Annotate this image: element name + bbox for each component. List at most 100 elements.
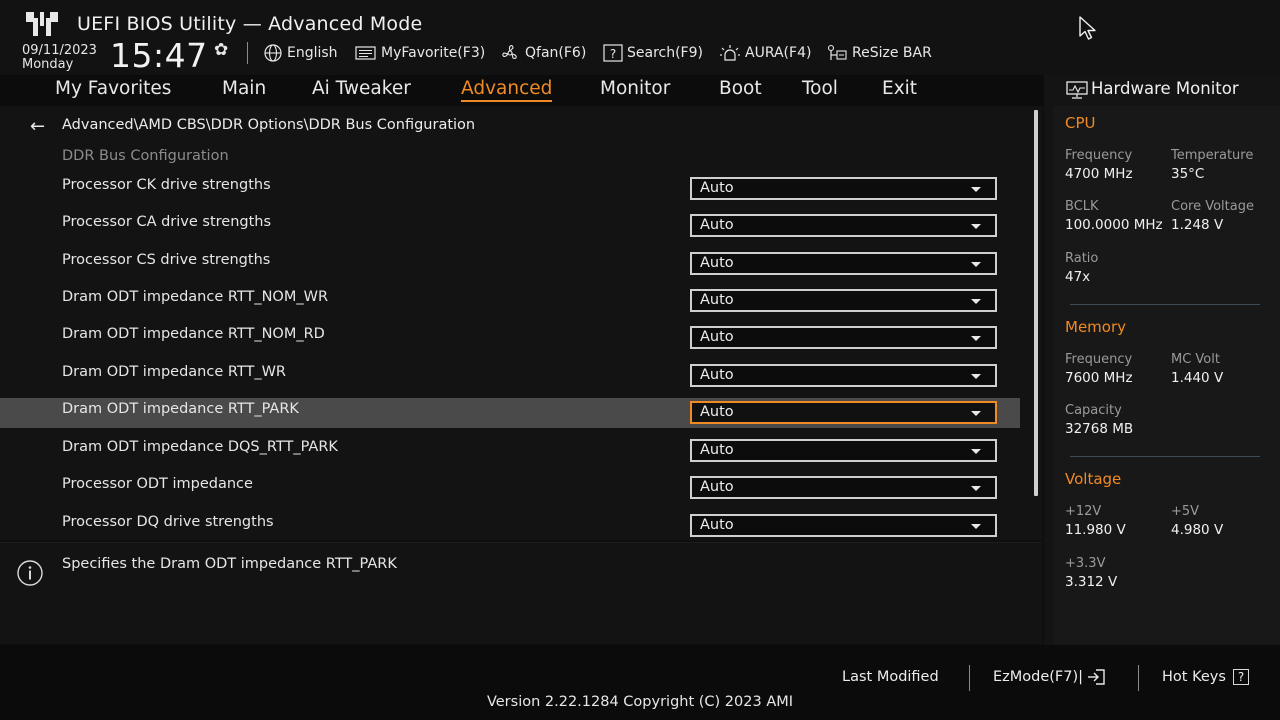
setting-dropdown[interactable]: Auto <box>690 252 997 275</box>
caret-down-icon <box>971 374 981 379</box>
main-menu: My Favorites Main Ai Tweaker Advanced Mo… <box>0 75 1044 106</box>
voltage-section-title: Voltage <box>1065 470 1122 488</box>
capacity-label: Capacity <box>1065 403 1122 418</box>
dropdown-value: Auto <box>700 292 734 308</box>
mc-volt-label: MC Volt <box>1171 352 1220 367</box>
date-display: 09/11/2023 <box>22 43 97 58</box>
caret-down-icon <box>971 336 981 341</box>
help-text: Specifies the Dram ODT impedance RTT_PAR… <box>62 556 397 572</box>
mc-volt-value: 1.440 V <box>1171 370 1224 386</box>
resize-bar-button[interactable]: ReSize BAR <box>826 43 932 63</box>
setting-dropdown[interactable]: Auto <box>690 177 997 200</box>
tab-tool[interactable]: Tool <box>802 78 838 99</box>
tab-advanced[interactable]: Advanced <box>461 78 553 102</box>
clock-settings-icon[interactable]: ✿ <box>214 40 228 60</box>
last-modified-button[interactable]: Last Modified <box>842 669 939 685</box>
setting-row[interactable]: Processor CK drive strengths Auto <box>0 174 1020 204</box>
exit-arrow-icon <box>1088 669 1105 685</box>
toolbar-divider <box>247 42 248 64</box>
tab-main[interactable]: Main <box>222 78 266 99</box>
cpu-temperature-value: 35°C <box>1171 166 1205 182</box>
aura-button[interactable]: AURA(F4) <box>719 43 811 63</box>
setting-row[interactable]: Processor CS drive strengths Auto <box>0 249 1020 279</box>
tab-monitor[interactable]: Monitor <box>600 78 670 99</box>
dropdown-value: Auto <box>700 367 734 383</box>
core-voltage-label: Core Voltage <box>1171 199 1254 214</box>
ezmode-button[interactable]: EzMode(F7)| <box>993 669 1105 685</box>
language-button[interactable]: English <box>263 43 338 63</box>
setting-row[interactable]: Processor DQ drive strengths Auto <box>0 511 1020 540</box>
qfan-button[interactable]: Qfan(F6) <box>499 43 586 63</box>
section-divider <box>1070 304 1260 305</box>
caret-down-icon <box>971 524 981 529</box>
setting-label: Dram ODT impedance RTT_NOM_WR <box>62 289 329 305</box>
setting-row-selected[interactable]: Dram ODT impedance RTT_PARK Auto <box>0 398 1020 428</box>
bclk-label: BCLK <box>1065 199 1099 214</box>
setting-label: Processor DQ drive strengths <box>62 514 274 530</box>
setting-label: Processor CA drive strengths <box>62 214 272 230</box>
myfavorite-button[interactable]: MyFavorite(F3) <box>355 43 485 63</box>
setting-dropdown[interactable]: Auto <box>690 476 997 499</box>
clock-display: 15:47 <box>110 36 208 75</box>
memory-section-title: Memory <box>1065 318 1127 336</box>
last-modified-label: Last Modified <box>842 669 939 685</box>
setting-label: Processor CK drive strengths <box>62 177 271 193</box>
setting-row[interactable]: Dram ODT impedance RTT_NOM_WR Auto <box>0 286 1020 316</box>
dropdown-value: Auto <box>700 479 734 495</box>
tab-ai-tweaker[interactable]: Ai Tweaker <box>312 78 411 99</box>
cpu-frequency-value: 4700 MHz <box>1065 166 1133 182</box>
version-text: Version 2.22.1284 Copyright (C) 2023 AMI <box>486 694 794 710</box>
globe-icon <box>264 44 282 62</box>
setting-dropdown[interactable]: Auto <box>690 401 997 424</box>
resize-bar-label: ReSize BAR <box>852 45 932 61</box>
setting-dropdown[interactable]: Auto <box>690 514 997 537</box>
caret-down-icon <box>971 262 981 267</box>
setting-label: Processor CS drive strengths <box>62 252 271 268</box>
back-arrow-icon[interactable]: ← <box>30 116 45 137</box>
setting-row[interactable]: Dram ODT impedance DQS_RTT_PARK Auto <box>0 436 1020 466</box>
v33-value: 3.312 V <box>1065 574 1118 590</box>
tuf-logo-icon <box>26 12 58 36</box>
dropdown-value: Auto <box>700 180 734 196</box>
ratio-value: 47x <box>1065 269 1091 285</box>
setting-dropdown[interactable]: Auto <box>690 439 997 462</box>
setting-label: Dram ODT impedance RTT_NOM_RD <box>62 326 325 342</box>
setting-row[interactable]: Dram ODT impedance RTT_WR Auto <box>0 361 1020 391</box>
language-label: English <box>287 45 338 61</box>
scrollbar[interactable] <box>1034 110 1038 496</box>
tab-exit[interactable]: Exit <box>882 78 917 99</box>
setting-dropdown[interactable]: Auto <box>690 326 997 349</box>
tab-my-favorites[interactable]: My Favorites <box>55 78 171 99</box>
search-button[interactable]: ? Search(F9) <box>603 43 703 63</box>
setting-label: Processor ODT impedance <box>62 476 253 492</box>
qfan-label: Qfan(F6) <box>525 45 587 61</box>
info-icon <box>17 560 43 586</box>
v12-label: +12V <box>1065 504 1102 519</box>
setting-dropdown[interactable]: Auto <box>690 214 997 237</box>
section-title: DDR Bus Configuration <box>62 148 229 164</box>
hot-keys-key: ? <box>1232 669 1250 685</box>
dropdown-value: Auto <box>700 404 734 420</box>
memory-frequency-label: Frequency <box>1065 352 1133 367</box>
setting-dropdown[interactable]: Auto <box>690 289 997 312</box>
setting-label: Dram ODT impedance RTT_PARK <box>62 401 299 417</box>
setting-dropdown[interactable]: Auto <box>690 364 997 387</box>
footer-divider <box>1138 665 1139 691</box>
breadcrumb: Advanced\AMD CBS\DDR Options\DDR Bus Con… <box>62 117 476 133</box>
cpu-section-title: CPU <box>1065 114 1096 132</box>
app-title: UEFI BIOS Utility — Advanced Mode <box>77 13 423 35</box>
setting-row[interactable]: Dram ODT impedance RTT_NOM_RD Auto <box>0 323 1020 353</box>
setting-row[interactable]: Processor CA drive strengths Auto <box>0 211 1020 241</box>
setting-row[interactable]: Processor ODT impedance Auto <box>0 473 1020 503</box>
dropdown-value: Auto <box>700 517 734 533</box>
mouse-cursor-icon <box>1079 16 1096 40</box>
resize-bar-icon <box>827 44 847 60</box>
dropdown-value: Auto <box>700 217 734 233</box>
setting-label: Dram ODT impedance DQS_RTT_PARK <box>62 439 338 455</box>
aura-icon <box>720 45 740 61</box>
ratio-label: Ratio <box>1065 251 1099 266</box>
hot-keys-button[interactable]: Hot Keys ? <box>1162 669 1250 685</box>
caret-down-icon <box>971 187 981 192</box>
tab-boot[interactable]: Boot <box>719 78 762 99</box>
aura-label: AURA(F4) <box>745 45 812 61</box>
